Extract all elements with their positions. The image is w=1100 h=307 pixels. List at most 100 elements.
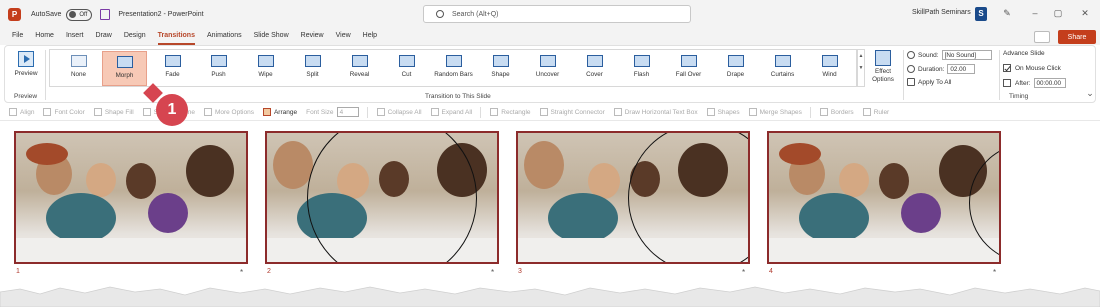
transition-shape[interactable]: Shape (478, 51, 523, 86)
transition-cover[interactable]: Cover (572, 51, 617, 86)
transition-none[interactable]: None (56, 51, 101, 86)
transition-morph[interactable]: Morph (102, 51, 147, 86)
preview-group-label: Preview (14, 93, 38, 100)
transition-wipe[interactable]: Wipe (243, 51, 288, 86)
tab-transitions[interactable]: Transitions (157, 29, 195, 45)
shape-outline-icon (142, 108, 151, 116)
apply-all-button[interactable]: Apply To All (907, 78, 951, 86)
slide-thumbnail-3[interactable] (516, 131, 750, 264)
tab-review[interactable]: Review (301, 29, 324, 45)
person-face-image (126, 163, 156, 199)
font-size-input[interactable]: 4 (336, 107, 359, 117)
cut-transition-icon (398, 55, 415, 67)
wipe-transition-icon (257, 55, 274, 67)
arrange-button[interactable]: Arrange (262, 108, 297, 116)
effect-options-label-1: Effect (875, 68, 891, 75)
transition-fade[interactable]: Fade (150, 51, 195, 86)
restore-icon[interactable]: ▢ (1053, 8, 1063, 18)
transition-label: Fade (165, 71, 180, 78)
transition-split[interactable]: Split (290, 51, 335, 86)
qtb-label: Borders (830, 108, 854, 116)
font-size-control[interactable]: Font Size 4 (306, 107, 359, 117)
transition-cut[interactable]: Cut (384, 51, 429, 86)
merge-shapes-button[interactable]: Merge Shapes (748, 108, 802, 116)
slide-thumbnail-4[interactable] (767, 131, 1001, 264)
tab-insert[interactable]: Insert (66, 29, 84, 45)
curtains-transition-icon (774, 55, 791, 67)
collapse-all-button[interactable]: Collapse All (376, 108, 422, 116)
qtb-label: More Options (214, 108, 254, 116)
search-icon (436, 10, 444, 18)
rectangle-button[interactable]: Rectangle (490, 108, 531, 116)
horizontal-text-box-button[interactable]: Draw Horizontal Text Box (613, 108, 698, 116)
tab-home[interactable]: Home (35, 29, 54, 45)
after-input[interactable]: 00:00.00 (1033, 78, 1066, 88)
transition-push[interactable]: Push (196, 51, 241, 86)
autosave-toggle[interactable]: Off (66, 8, 93, 21)
shape-fill-icon (93, 108, 102, 116)
tab-file[interactable]: File (12, 29, 23, 45)
tab-view[interactable]: View (336, 29, 351, 45)
arrange-icon (262, 108, 271, 116)
slide-thumbnail-2[interactable] (265, 131, 499, 264)
borders-button[interactable]: Borders (819, 108, 854, 116)
expand-all-button[interactable]: Expand All (430, 108, 472, 116)
share-button[interactable]: Share (1058, 30, 1096, 44)
sound-dropdown[interactable]: [No Sound] (941, 50, 992, 60)
transition-label: Drape (726, 71, 745, 78)
none-transition-icon (70, 55, 87, 67)
minimize-icon[interactable]: – (1030, 8, 1040, 18)
sound-label: Sound: (918, 51, 939, 59)
save-icon[interactable] (100, 9, 111, 20)
transition-random-bars[interactable]: Random Bars (431, 51, 476, 86)
on-mouse-click-row[interactable]: On Mouse Click (1003, 64, 1061, 72)
shapes-button[interactable]: Shapes (706, 108, 740, 116)
tab-design[interactable]: Design (124, 29, 146, 45)
preview-icon (18, 51, 34, 67)
random-bars-transition-icon (445, 55, 462, 67)
divider (45, 50, 46, 100)
ruler-button[interactable]: Ruler (862, 108, 889, 116)
transition-drape[interactable]: Drape (713, 51, 758, 86)
effect-options-button[interactable]: Effect Options (869, 50, 897, 84)
sound-icon (907, 51, 915, 59)
transition-wind[interactable]: Wind (807, 51, 852, 86)
divider (999, 50, 1000, 100)
close-icon[interactable]: ✕ (1080, 8, 1090, 18)
straight-connector-button[interactable]: Straight Connector (539, 108, 605, 116)
divider (480, 106, 482, 118)
duration-input[interactable]: 02.00 (947, 64, 976, 74)
transition-fall-over[interactable]: Fall Over (666, 51, 711, 86)
tab-animations[interactable]: Animations (207, 29, 242, 45)
qtb-label: Rectangle (501, 108, 531, 116)
pen-icon[interactable]: ✎ (1002, 8, 1012, 18)
organization-badge-icon[interactable]: S (975, 7, 987, 21)
advance-slide-label: Advance Slide (1003, 50, 1045, 57)
effect-options-icon (875, 50, 891, 66)
tab-draw[interactable]: Draw (95, 29, 111, 45)
transition-label: None (70, 71, 87, 78)
transition-curtains[interactable]: Curtains (760, 51, 805, 86)
uncover-transition-icon (539, 55, 556, 67)
transition-uncover[interactable]: Uncover (525, 51, 570, 86)
after-checkbox[interactable] (1003, 79, 1011, 87)
tab-help[interactable]: Help (363, 29, 377, 45)
shape-fill-button[interactable]: Shape Fill (93, 108, 134, 116)
tab-slide-show[interactable]: Slide Show (254, 29, 289, 45)
collapse-ribbon-icon[interactable]: ⌄ (1085, 88, 1095, 98)
align-button[interactable]: Align (9, 108, 34, 116)
transition-indicator: * (742, 268, 746, 277)
comments-button[interactable] (1034, 31, 1050, 43)
slide-thumbnail-1[interactable] (14, 131, 248, 264)
qtb-label: Font Color (54, 108, 85, 116)
gallery-scroll[interactable]: ▲ ▼ (857, 49, 865, 87)
preview-button[interactable]: Preview (11, 51, 41, 77)
more-options-button[interactable]: More Options (203, 108, 254, 116)
search-box[interactable]: Search (Alt+Q) (423, 5, 691, 23)
ribbon-tabs: File Home Insert Draw Design Transitions… (0, 29, 1100, 45)
slide-number: 3 (518, 268, 522, 275)
transition-flash[interactable]: Flash (619, 51, 664, 86)
transition-reveal[interactable]: Reveal (337, 51, 382, 86)
on-mouse-click-checkbox[interactable] (1003, 64, 1011, 72)
font-color-button[interactable]: Font Color (43, 108, 85, 116)
